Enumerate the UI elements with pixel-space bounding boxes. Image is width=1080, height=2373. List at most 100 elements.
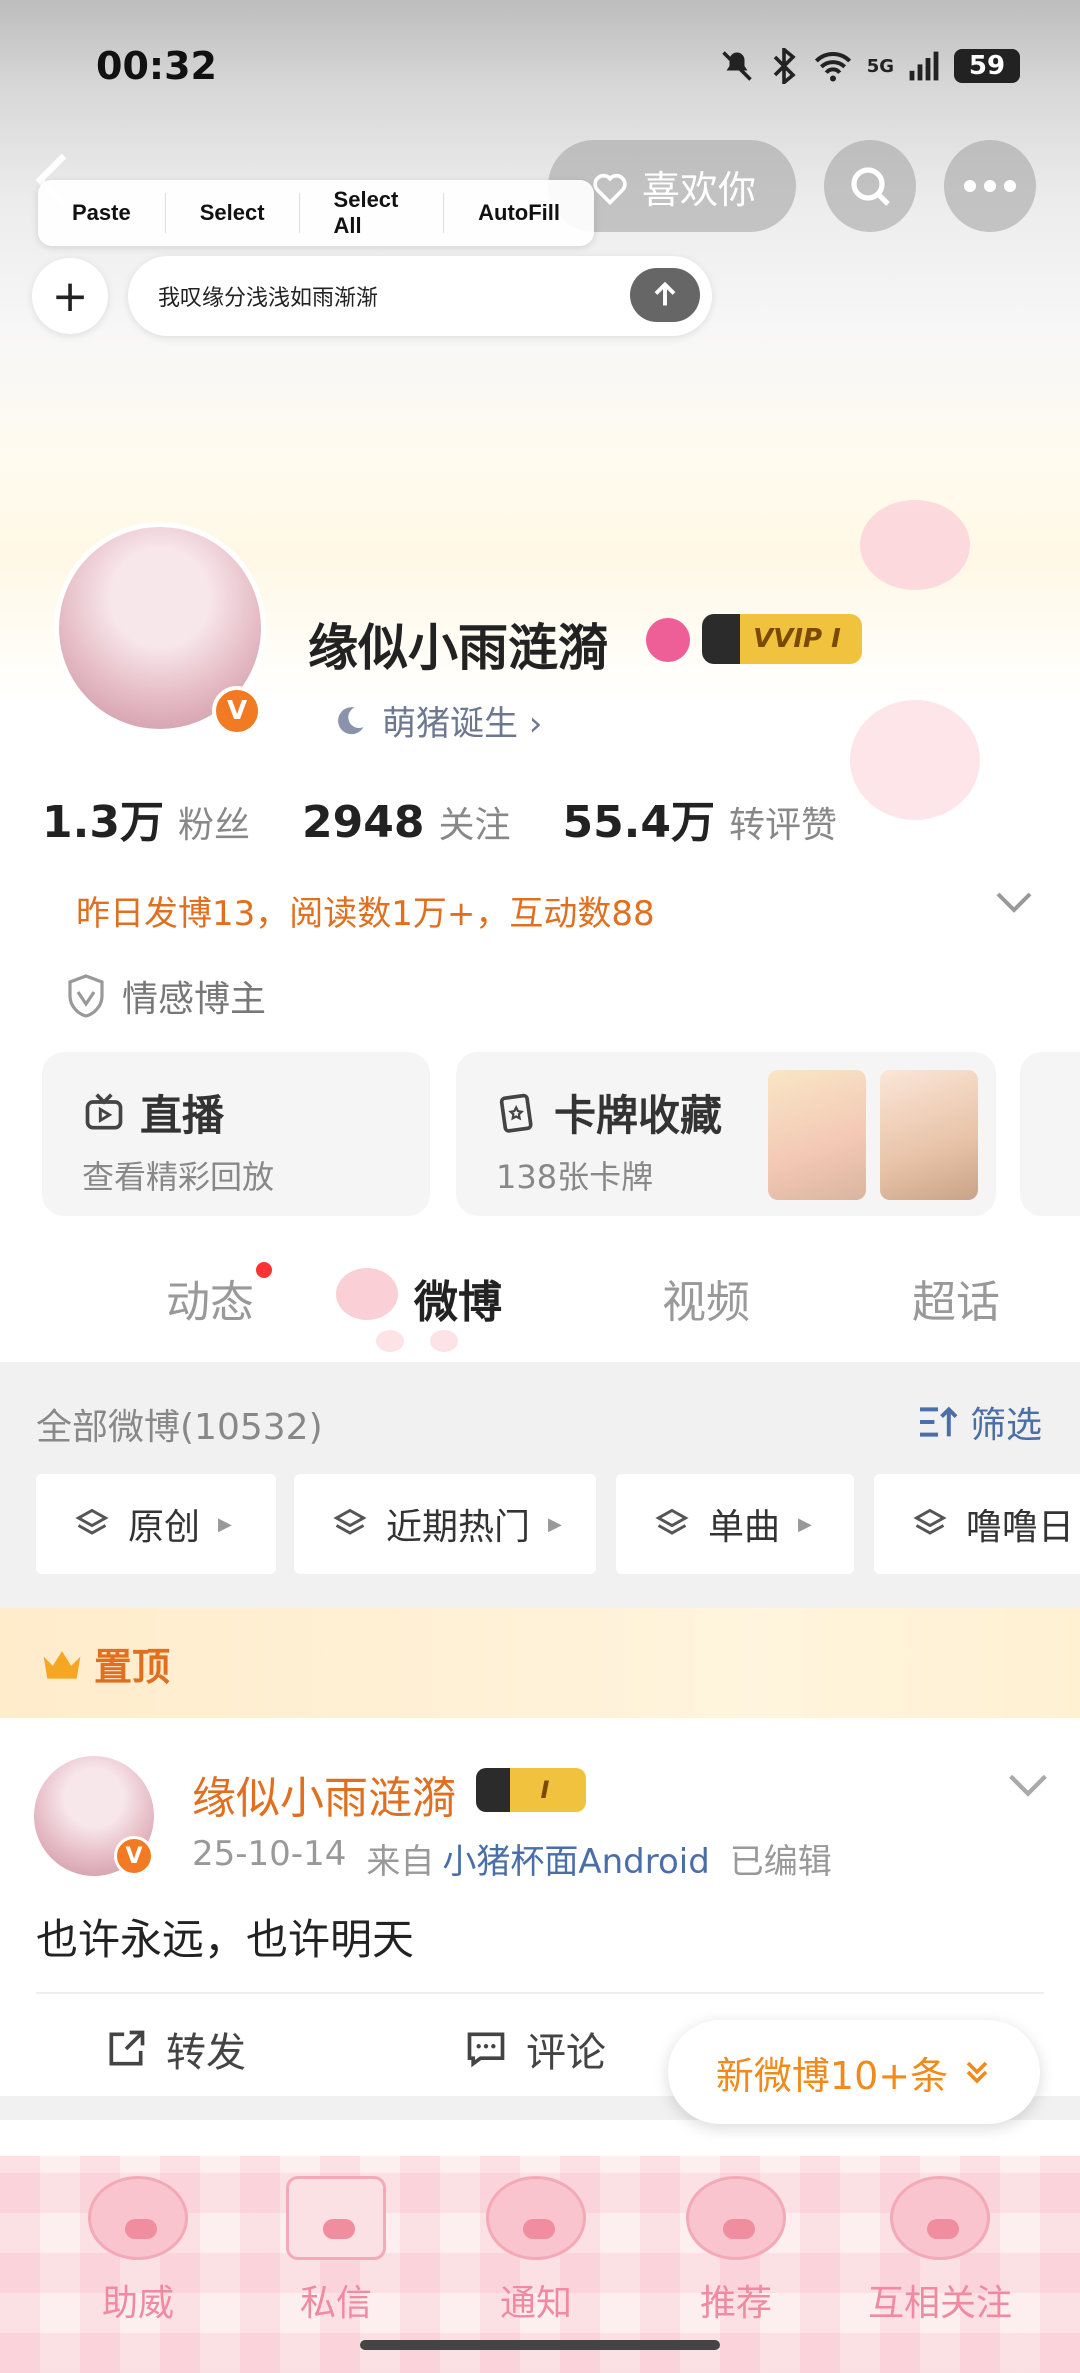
pig-envelope-icon (286, 2176, 386, 2260)
add-button[interactable]: + (32, 258, 108, 334)
more-card[interactable] (1020, 1052, 1080, 1216)
chevron-down-icon (996, 892, 1032, 913)
composer-input[interactable]: 我叹缘分浅浅如雨渐渐 (128, 256, 712, 336)
card-icon (499, 1093, 533, 1133)
following-label: 关注 (438, 805, 511, 846)
chip-original[interactable]: 原创 ▶ (36, 1474, 276, 1574)
select-all-option[interactable]: Select All (300, 187, 445, 238)
following-stat[interactable]: 2948 关注 (302, 796, 510, 848)
repost-label: 转发 (166, 2030, 246, 2076)
card-thumbnail (768, 1070, 866, 1200)
live-card-sub: 查看精彩回放 (82, 1158, 275, 1196)
new-posts-label: 新微博10+条 (715, 2053, 949, 2098)
chip-daily[interactable]: 噜噜日 (874, 1474, 1080, 1574)
live-card[interactable]: 直播 查看精彩回放 (42, 1052, 430, 1216)
more-icon (964, 180, 1016, 192)
live-card-title: 直播 (82, 1082, 224, 1143)
post-date: 25-10-14 (192, 1834, 347, 1874)
decorative-pig-top (860, 500, 970, 590)
post-author-name[interactable]: 缘似小雨涟漪 (192, 1762, 456, 1826)
like-you-label: 喜欢你 (641, 167, 756, 212)
comment-button[interactable]: 评论 (464, 2020, 606, 2078)
post-from-label: 来自 (366, 1842, 435, 1882)
signal-icon (909, 51, 939, 81)
engagement-label: 转评赞 (729, 805, 838, 846)
nav-recommend[interactable]: 推荐 (636, 2176, 836, 2326)
filter-label: 筛选 (969, 1405, 1042, 1446)
tab-super-topic[interactable]: 超话 (912, 1266, 1000, 1330)
following-count: 2948 (301, 797, 425, 848)
activity-notification-dot (256, 1262, 272, 1278)
profile-stats: 1.3万 粉丝 2948 关注 55.4万 转评赞 (42, 786, 889, 850)
nav-notifications[interactable]: 通知 (436, 2176, 636, 2326)
filter-button[interactable]: 筛选 (916, 1396, 1042, 1448)
post-source[interactable]: 小猪杯面Android (442, 1834, 709, 1883)
nav-mutual-follow[interactable]: 互相关注 (840, 2176, 1040, 2326)
home-indicator[interactable] (360, 2340, 720, 2350)
post-text[interactable]: 也许永远，也许明天 (36, 1906, 414, 1967)
chip-single[interactable]: 单曲 ▶ (616, 1474, 854, 1574)
more-button[interactable] (944, 140, 1036, 232)
pig-tab-icon (376, 1330, 404, 1352)
double-chevron-down-icon (966, 2061, 988, 2084)
layers-icon (655, 1508, 689, 1535)
text-selection-menu: Paste Select Select All AutoFill (38, 180, 594, 246)
card-collection-title: 卡牌收藏 (496, 1082, 722, 1143)
new-posts-button[interactable]: 新微博10+条 (668, 2020, 1040, 2124)
creator-tag[interactable]: 情感博主 (66, 970, 266, 1022)
chevron-down-icon (1009, 1774, 1047, 1797)
status-time: 00:32 (96, 44, 217, 88)
composer-input-text: 我叹缘分浅浅如雨渐渐 (158, 286, 379, 311)
nav-notifications-label: 通知 (499, 2283, 572, 2324)
post-verified-badge: V (114, 1836, 154, 1876)
mute-icon (721, 51, 752, 81)
vip-label: VVIP I (753, 624, 841, 654)
birthday-link[interactable]: 萌猪诞生 › (332, 696, 542, 745)
daily-summary[interactable]: 昨日发博13，阅读数1万+，互动数88 (76, 886, 655, 935)
layers-icon (333, 1508, 367, 1535)
gender-badge-icon (646, 618, 690, 662)
nav-messages-label: 私信 (299, 2283, 372, 2324)
repost-icon (109, 2030, 145, 2066)
profile-name: 缘似小雨涟漪 (308, 619, 608, 677)
repost-button[interactable]: 转发 (104, 2020, 246, 2078)
tab-weibo[interactable]: 微博 (414, 1266, 502, 1330)
tab-video[interactable]: 视频 (662, 1266, 750, 1330)
followers-count: 1.3万 (42, 797, 164, 848)
network-label: 5G (866, 55, 894, 77)
card-thumbnail (880, 1070, 978, 1200)
chip-recent-hot[interactable]: 近期热门 ▶ (294, 1474, 596, 1574)
chip-single-label: 单曲 (708, 1507, 781, 1548)
wifi-icon (814, 52, 851, 82)
comment-icon (467, 2032, 505, 2068)
nav-messages[interactable]: 私信 (236, 2176, 436, 2326)
chip-daily-label: 噜噜日 (966, 1507, 1075, 1548)
post-menu-button[interactable] (1006, 1772, 1050, 1802)
pig-cheer-icon (88, 2176, 188, 2260)
card-collection-card[interactable]: 卡牌收藏 138张卡牌 (456, 1052, 996, 1216)
nav-cheer[interactable]: 助威 (38, 2176, 238, 2326)
expand-summary-button[interactable] (994, 890, 1034, 918)
followers-label: 粉丝 (177, 805, 250, 846)
nav-recommend-label: 推荐 (699, 2283, 772, 2324)
status-icons: 5G 59 (719, 48, 1020, 84)
followers-stat[interactable]: 1.3万 粉丝 (42, 786, 250, 850)
paste-option[interactable]: Paste (38, 193, 166, 233)
plus-icon: + (51, 270, 89, 322)
select-option[interactable]: Select (166, 193, 300, 233)
search-button[interactable] (824, 140, 916, 232)
triangle-right-icon: ▶ (548, 1513, 562, 1535)
autofill-option[interactable]: AutoFill (444, 193, 594, 233)
all-weibo-count: 全部微博(10532) (36, 1407, 323, 1448)
pinned-label: 置顶 (40, 1636, 170, 1691)
send-button[interactable] (630, 268, 700, 322)
hand-heart-icon (593, 173, 627, 206)
post-edited: 已编辑 (729, 1842, 832, 1882)
profile-avatar[interactable]: V (40, 508, 280, 748)
birthday-label: 萌猪诞生 › (382, 704, 543, 744)
nav-cheer-label: 助威 (101, 2283, 174, 2324)
tab-activity[interactable]: 动态 (166, 1266, 254, 1330)
engagement-stat[interactable]: 55.4万 转评赞 (562, 786, 837, 850)
engagement-count: 55.4万 (562, 797, 716, 848)
vip-badge[interactable]: VVIP I (702, 614, 862, 664)
